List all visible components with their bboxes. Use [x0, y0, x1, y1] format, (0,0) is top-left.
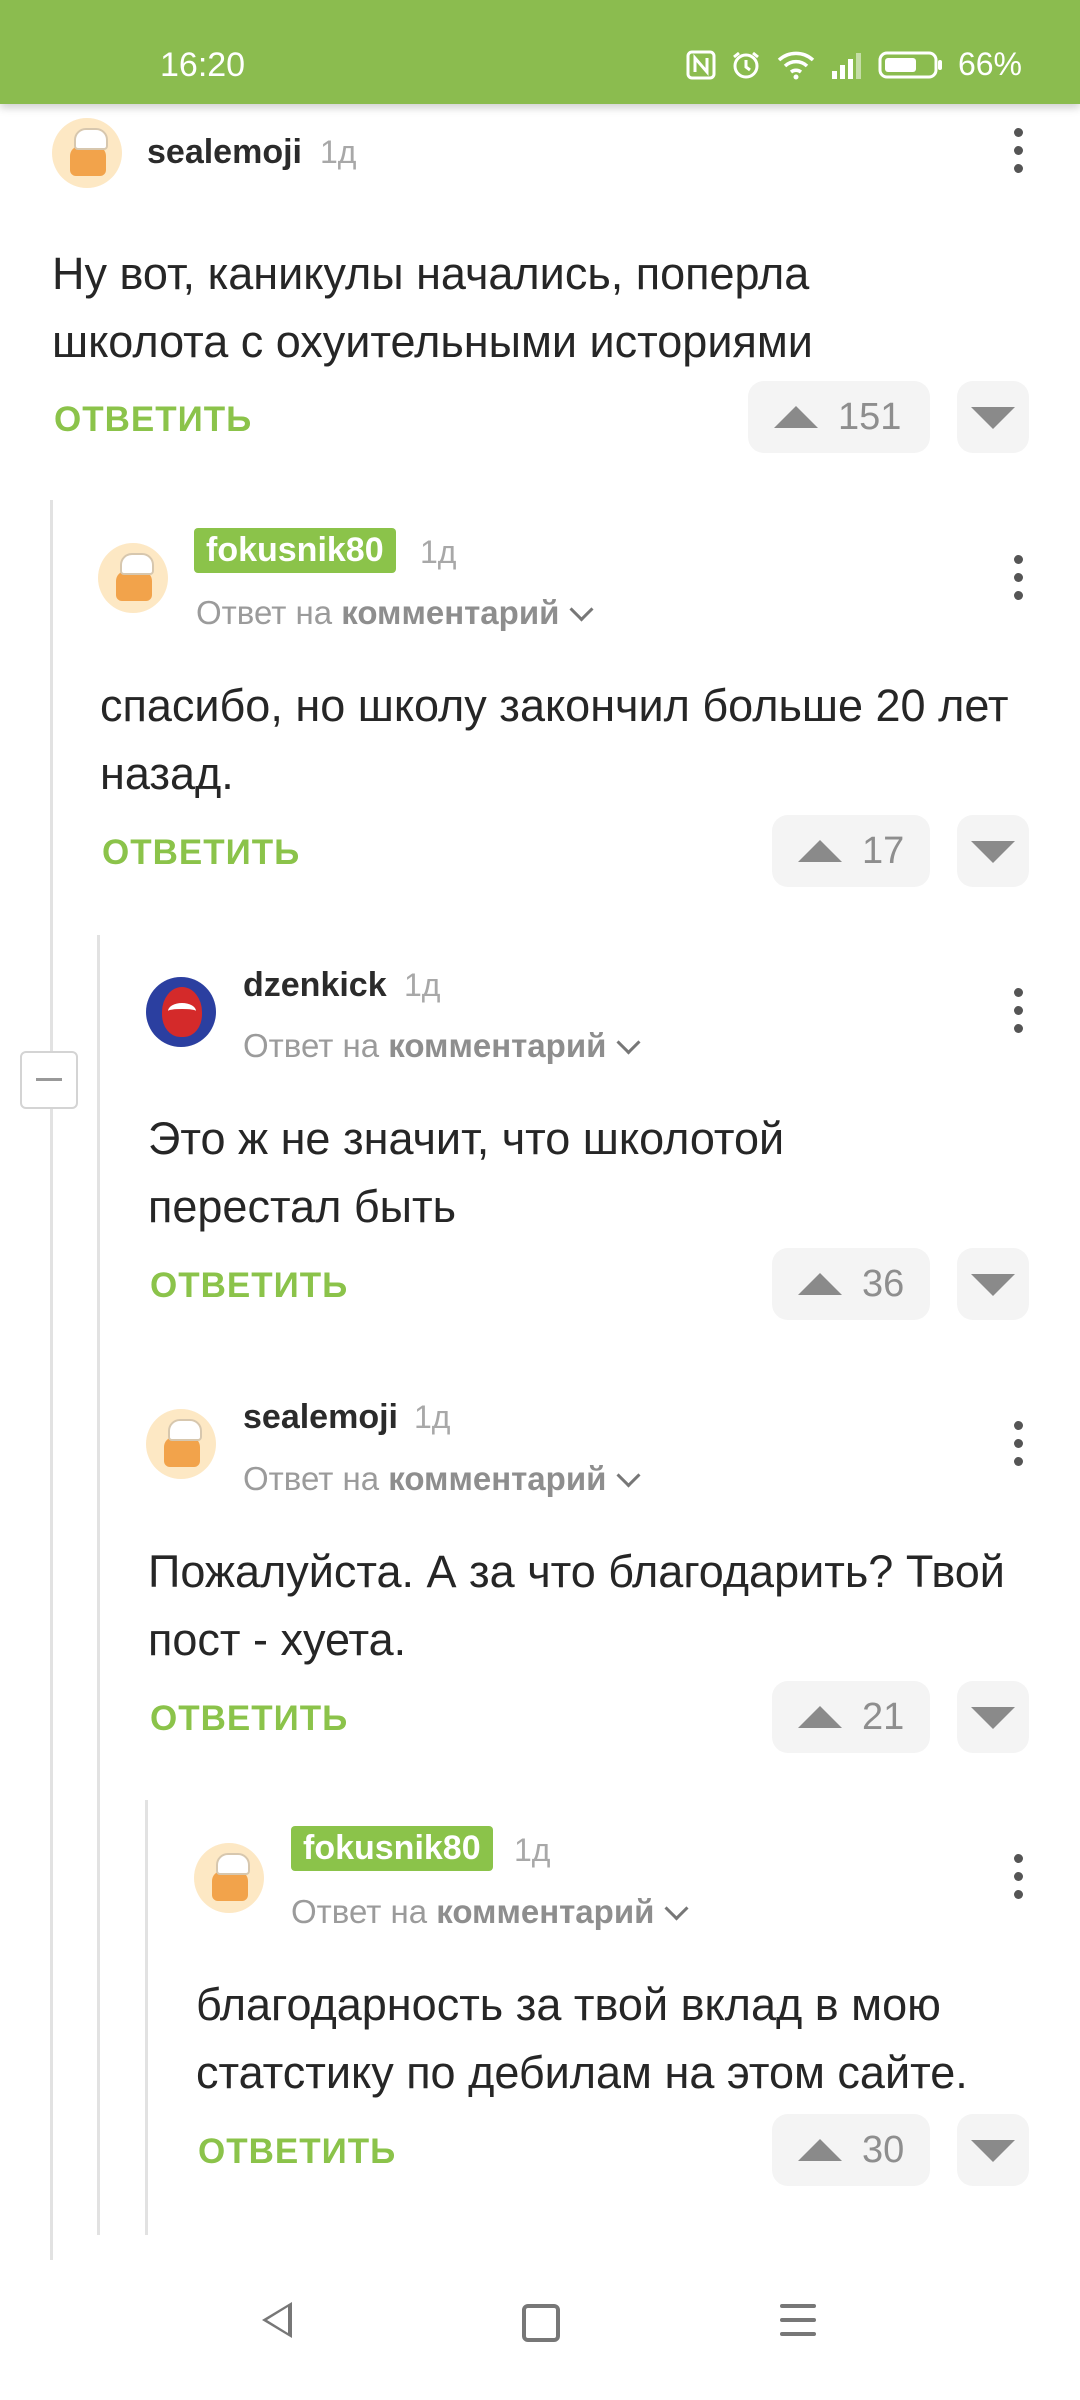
vote-count: 21 — [862, 1695, 905, 1738]
reply-button[interactable]: ОТВЕТИТЬ — [150, 1699, 348, 1739]
thread-line-level-3 — [145, 1800, 148, 2235]
upvote-icon — [798, 1706, 842, 1728]
upvote-icon — [774, 406, 818, 428]
upvote-button[interactable]: 30 — [772, 2114, 930, 2186]
collapse-thread-button[interactable] — [20, 1051, 78, 1109]
downvote-icon — [971, 841, 1015, 863]
username[interactable]: sealemoji — [147, 133, 302, 172]
reply-button[interactable]: ОТВЕТИТЬ — [150, 1266, 348, 1306]
chevron-down-icon — [616, 1463, 641, 1488]
recent-apps-icon[interactable] — [780, 2304, 816, 2346]
username[interactable]: fokusnik80 — [291, 1826, 493, 1871]
username[interactable]: sealemoji — [243, 1398, 398, 1437]
alarm-icon — [730, 49, 762, 81]
downvote-icon — [971, 1274, 1015, 1296]
upvote-icon — [798, 1273, 842, 1295]
wifi-icon — [776, 50, 816, 80]
comment-age: 1д — [420, 534, 457, 570]
reply-to-link[interactable]: Ответ на комментарий — [291, 1893, 689, 1931]
downvote-button[interactable] — [957, 1681, 1029, 1753]
downvote-button[interactable] — [957, 381, 1029, 453]
clock: 16:20 — [160, 46, 246, 84]
more-options-icon[interactable] — [1013, 128, 1023, 184]
more-options-icon[interactable] — [1013, 1854, 1023, 1910]
thread-line-level-2 — [97, 935, 100, 2235]
status-icons: 66% — [686, 46, 1022, 83]
reply-button[interactable]: ОТВЕТИТЬ — [102, 833, 300, 873]
username[interactable]: fokusnik80 — [194, 528, 396, 573]
reply-button[interactable]: ОТВЕТИТЬ — [198, 2132, 396, 2172]
downvote-icon — [971, 407, 1015, 429]
comment-text: Пожалуйста. А за что благодарить? Твой п… — [148, 1546, 1005, 1665]
comment-age: 1д — [404, 967, 441, 1003]
vote-count: 30 — [862, 2128, 905, 2171]
thread-line-level-1 — [50, 500, 53, 2270]
avatar[interactable] — [146, 977, 216, 1047]
battery-percent: 66% — [957, 46, 1022, 82]
username[interactable]: dzenkick — [243, 966, 387, 1005]
avatar[interactable] — [194, 1843, 264, 1913]
system-navigation-bar — [0, 2260, 1080, 2400]
reply-to-link[interactable]: Ответ на комментарий — [243, 1027, 641, 1065]
upvote-icon — [798, 2139, 842, 2161]
chevron-down-icon — [616, 1030, 641, 1055]
status-bar: 16:20 66% — [0, 0, 1080, 104]
vote-count: 151 — [838, 395, 902, 438]
battery-icon — [878, 50, 944, 80]
chevron-down-icon — [569, 597, 594, 622]
downvote-icon — [971, 1707, 1015, 1729]
downvote-button[interactable] — [957, 2114, 1029, 2186]
downvote-icon — [971, 2140, 1015, 2162]
back-icon[interactable] — [262, 2302, 292, 2338]
avatar[interactable] — [98, 543, 168, 613]
home-icon[interactable] — [522, 2304, 560, 2342]
reply-to-link[interactable]: Ответ на комментарий — [243, 1460, 641, 1498]
vote-count: 36 — [862, 1262, 905, 1305]
comment-age: 1д — [414, 1399, 451, 1435]
vote-count: 17 — [862, 829, 905, 872]
upvote-button[interactable]: 151 — [748, 381, 930, 453]
more-options-icon[interactable] — [1013, 1421, 1023, 1477]
avatar[interactable] — [146, 1409, 216, 1479]
comment-text: благодарность за твой вклад в мою статст… — [196, 1979, 968, 2098]
signal-icon — [830, 51, 864, 79]
comment-age: 1д — [320, 134, 357, 170]
more-options-icon[interactable] — [1013, 555, 1023, 611]
more-options-icon[interactable] — [1013, 988, 1023, 1044]
nfc-icon — [686, 50, 716, 80]
chevron-down-icon — [664, 1896, 689, 1921]
avatar[interactable] — [52, 118, 122, 188]
comment-text: Это ж не значит, что школотой перестал б… — [148, 1113, 785, 1232]
reply-button[interactable]: ОТВЕТИТЬ — [54, 400, 252, 440]
upvote-button[interactable]: 21 — [772, 1681, 930, 1753]
comment-text: спасибо, но школу закончил больше 20 лет… — [100, 680, 1009, 799]
downvote-button[interactable] — [957, 1248, 1029, 1320]
comment-age: 1д — [514, 1832, 551, 1868]
comment-text: Ну вот, каникулы начались, поперла школо… — [52, 248, 813, 367]
reply-to-link[interactable]: Ответ на комментарий — [196, 594, 594, 632]
downvote-button[interactable] — [957, 815, 1029, 887]
upvote-button[interactable]: 36 — [772, 1248, 930, 1320]
upvote-icon — [798, 840, 842, 862]
upvote-button[interactable]: 17 — [772, 815, 930, 887]
